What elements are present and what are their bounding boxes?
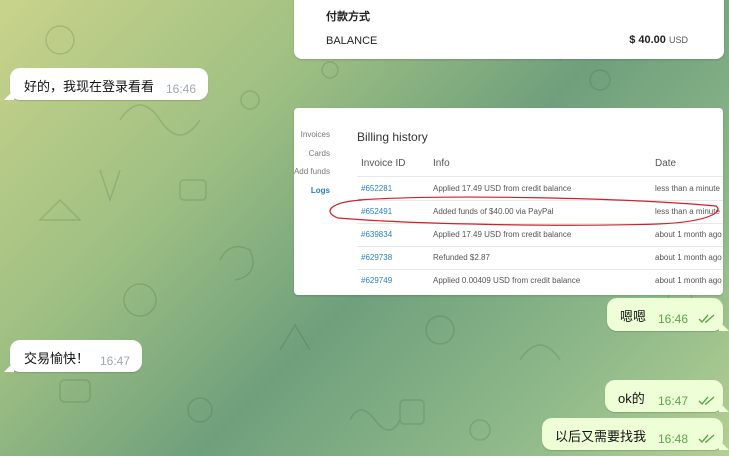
double-check-icon [698,314,715,324]
invoice-info: Applied 17.49 USD from credit balance [433,184,572,193]
invoice-id: #639834 [361,230,393,239]
invoice-date: about 1 month ago [655,253,722,262]
message-time: 16:46 [166,82,197,96]
balance-value: $ 40.00 [629,34,666,46]
message-time: 16:48 [658,432,689,446]
row-divider [357,269,723,270]
invoice-info: Applied 17.49 USD from credit balance [433,230,572,239]
row-divider [357,176,723,177]
billing-history-screenshot[interactable]: Invoices Cards Add funds Logs Billing hi… [294,108,723,295]
invoice-date: about 1 month ago [655,230,722,239]
sidebar-item-cards: Cards [308,149,330,158]
message-incoming[interactable]: 交易愉快！ 16:47 [10,340,142,372]
balance-label: BALANCE [326,35,378,47]
invoice-date: less than a minute [655,184,720,193]
message-incoming[interactable]: 好的，我现在登录看看 16:46 [10,68,208,100]
invoice-info: Refunded $2.87 [433,253,490,262]
message-text: 好的，我现在登录看看 [24,79,155,94]
message-outgoing[interactable]: 嗯嗯 16:46 [607,298,723,331]
invoice-id: #629749 [361,276,393,285]
column-date: Date [655,158,677,169]
invoice-id: #629738 [361,253,393,262]
message-text: ok的 [618,391,645,406]
balance-currency: USD [668,35,688,45]
message-time: 16:47 [100,354,131,368]
sidebar-item-add-funds: Add funds [294,167,330,176]
billing-title: Billing history [357,130,428,144]
message-time: 16:46 [658,312,689,326]
payment-method-card: 付款方式 BALANCE $ 40.00 USD [294,0,724,59]
sidebar-item-logs: Logs [310,186,330,195]
row-divider [357,246,723,247]
invoice-date: about 1 month ago [655,276,722,285]
invoice-info: Applied 0.00409 USD from credit balance [433,276,581,285]
column-info: Info [433,158,450,169]
message-text: 交易愉快！ [24,351,90,366]
message-text: 嗯嗯 [620,309,647,324]
sidebar-item-invoices: Invoices [300,130,330,139]
double-check-icon [698,396,715,406]
message-text: 以后又需要找我 [555,429,647,444]
message-outgoing[interactable]: 以后又需要找我 16:48 [542,418,723,450]
invoice-id: #652281 [361,184,393,193]
message-time: 16:47 [658,394,689,408]
payment-method-title: 付款方式 [326,11,370,23]
double-check-icon [698,434,715,444]
column-invoice-id: Invoice ID [361,158,406,169]
balance-amount: $ 40.00 USD [629,34,688,46]
message-outgoing[interactable]: ok的 16:47 [605,380,723,412]
red-highlight-circle [329,196,719,226]
